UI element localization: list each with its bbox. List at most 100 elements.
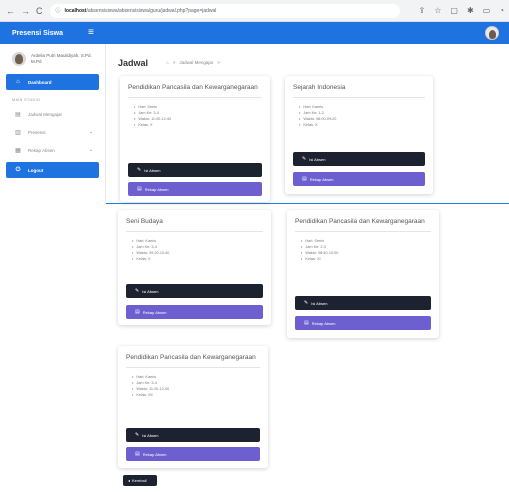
sidebar-section-label: MAIN STUDIO xyxy=(12,98,41,102)
browser-extensions: ⇪ ☆ ▢ ✱ ▭ ◔ ⋮ xyxy=(419,6,509,15)
list-icon: ▤ xyxy=(304,320,309,326)
sidebar-item-presensi[interactable]: ▥ Presensi ⌄ xyxy=(6,124,99,140)
isi-absen-button[interactable]: ✎ Isi Absen xyxy=(126,284,263,298)
header-avatar[interactable] xyxy=(485,26,499,40)
sidebar-item-jadwal-mengajar[interactable]: ▤ Jadwal Mengajar xyxy=(6,106,99,122)
rekap-absen-button[interactable]: ▤ Rekap Absen xyxy=(126,447,260,461)
rekap-absen-button[interactable]: ▤ Rekap Absen xyxy=(293,172,425,186)
rekap-absen-button[interactable]: ▤ Rekap Absen xyxy=(126,305,263,319)
reload-icon[interactable]: C xyxy=(36,6,43,16)
sidebar-item-rekap-absen[interactable]: ▦ Rekap Absen ⌄ xyxy=(6,142,99,158)
pencil-icon: ✎ xyxy=(304,300,309,306)
schedule-card: Pendidikan Pancasila dan Kewarganegaraan… xyxy=(118,346,268,468)
star-icon[interactable]: ☆ xyxy=(434,6,441,15)
button-label: Rekap Absen xyxy=(311,320,336,326)
button-label: Isi Absen xyxy=(144,167,161,173)
schedule-card: Pendidikan Pancasila dan Kewarganegaraan… xyxy=(287,210,439,338)
card-details: Hari: Senin Jam Ke: 3-4 Waktu: 11:00-12:… xyxy=(128,104,262,128)
home-icon[interactable]: ⌂ xyxy=(166,60,169,65)
pencil-icon: ✎ xyxy=(137,167,142,173)
user-name: Ardelia Putri Maulidiyah, S.Pd. M.Pd xyxy=(31,53,92,64)
button-label: Isi Absen xyxy=(311,300,328,306)
sidebar-user: Ardelia Putri Maulidiyah, S.Pd. M.Pd xyxy=(0,44,105,72)
button-label: Rekap Absen xyxy=(309,176,334,182)
hamburger-icon[interactable]: ≡ xyxy=(88,28,94,38)
rekap-absen-button[interactable]: ▤ Rekap Absen xyxy=(295,316,431,330)
list-icon: ▤ xyxy=(135,451,140,457)
back-arrow-icon[interactable]: ← xyxy=(6,6,15,16)
list-icon: ▤ xyxy=(135,309,140,315)
forward-arrow-icon[interactable]: → xyxy=(21,6,30,16)
card-title: Pendidikan Pancasila dan Kewarganegaraan xyxy=(295,217,431,232)
breadcrumb-separator: > xyxy=(217,60,221,65)
detail-item: Kelas: X xyxy=(299,122,425,128)
breadcrumb: ⌂ > Jadwal Mengajar > xyxy=(166,60,220,65)
list-icon: ▤ xyxy=(302,176,307,182)
card-title: Sejarah Indonesia xyxy=(293,83,425,98)
page-title: Jadwal xyxy=(118,58,149,68)
url-host: localhost xyxy=(64,7,87,14)
sidebar-item-dashboard[interactable]: ⌂ Dashboard xyxy=(6,74,99,90)
card-title: Seni Budaya xyxy=(126,217,263,232)
detail-item: Kelas: XII xyxy=(132,392,260,398)
button-label: Isi Absen xyxy=(142,288,159,294)
pencil-icon: ✎ xyxy=(135,432,140,438)
button-label: Isi Absen xyxy=(142,432,159,438)
card-details: Hari: Kamis Jam Ke: 3-4 Waktu: 09:20-10:… xyxy=(126,238,263,262)
logout-icon: ⏻ xyxy=(15,166,21,173)
kembali-button[interactable]: ◂ Kembali xyxy=(123,475,157,486)
clipboard-icon: ▥ xyxy=(15,129,21,136)
arrow-left-icon: ◂ xyxy=(128,478,131,483)
window-icon[interactable]: ▢ xyxy=(450,6,458,15)
sidebar-item-label: Presensi xyxy=(28,129,46,135)
chevron-down-icon: ⌄ xyxy=(88,129,93,135)
sidebar-item-label: Rekap Absen xyxy=(28,147,55,153)
card-title: Pendidikan Pancasila dan Kewarganegaraan xyxy=(128,83,262,98)
button-label: Rekap Absen xyxy=(144,186,169,192)
card-details: Hari: Kamis Jam Ke: 3-4 Waktu: 11:20-12:… xyxy=(126,374,260,398)
button-label: Kembali xyxy=(132,478,147,483)
isi-absen-button[interactable]: ✎ Isi Absen xyxy=(128,163,262,177)
button-label: Rekap Absen xyxy=(142,451,167,457)
app-header: Presensi Siswa ≡ xyxy=(0,22,509,44)
button-label: Rekap Absen xyxy=(142,309,167,315)
detail-item: Kelas: X xyxy=(134,122,262,128)
isi-absen-button[interactable]: ✎ Isi Absen xyxy=(295,296,431,310)
button-label: Isi Absen xyxy=(309,156,326,162)
schedule-card: Sejarah Indonesia Hari: Kamis Jam Ke: 1-… xyxy=(285,76,433,194)
card-details: Hari: Senin Jam Ke: 2-3 Waktu: 08:40-10:… xyxy=(295,238,431,262)
site-info-icon[interactable]: ⓘ xyxy=(56,7,61,14)
list-icon: ▤ xyxy=(137,186,142,192)
url-path: /absensisiswa/absensisiswa/guru/jadwal.p… xyxy=(86,7,217,14)
address-bar[interactable]: ⓘ localhost /absensisiswa/absensisiswa/g… xyxy=(49,3,400,18)
schedule-card: Seni Budaya Hari: Kamis Jam Ke: 3-4 Wakt… xyxy=(118,210,271,325)
breadcrumb-item-jadwal-mengajar[interactable]: Jadwal Mengajar xyxy=(179,60,213,65)
bookmark-icon[interactable]: ▭ xyxy=(483,6,491,15)
chevron-down-icon: ⌄ xyxy=(88,147,93,153)
breadcrumb-separator: > xyxy=(172,60,176,65)
section-divider xyxy=(106,203,509,204)
isi-absen-button[interactable]: ✎ Isi Absen xyxy=(126,428,260,442)
card-title: Pendidikan Pancasila dan Kewarganegaraan xyxy=(126,353,260,368)
logout-button[interactable]: ⏻ Logout xyxy=(6,162,99,178)
logout-label: Logout xyxy=(28,167,44,173)
sidebar: Ardelia Putri Maulidiyah, S.Pd. M.Pd ⌂ D… xyxy=(0,44,106,204)
table-icon: ▦ xyxy=(15,147,21,154)
extension-icon[interactable]: ✱ xyxy=(467,6,474,15)
browser-toolbar: ← → C ⓘ localhost /absensisiswa/absensis… xyxy=(0,0,509,22)
rekap-absen-button[interactable]: ▤ Rekap Absen xyxy=(128,182,262,196)
card-details: Hari: Kamis Jam Ke: 1-2 Waktu: 08:00-09:… xyxy=(293,104,425,128)
profile-icon[interactable]: ◔ xyxy=(499,6,504,15)
user-avatar xyxy=(12,52,26,66)
sidebar-item-label: Jadwal Mengajar xyxy=(28,111,63,117)
pencil-icon: ✎ xyxy=(302,156,307,162)
isi-absen-button[interactable]: ✎ Isi Absen xyxy=(293,152,425,166)
pencil-icon: ✎ xyxy=(135,288,140,294)
detail-item: Kelas: X xyxy=(132,256,263,262)
sidebar-item-label: Dashboard xyxy=(28,79,52,85)
calendar-icon: ▤ xyxy=(15,111,21,118)
home-icon: ⌂ xyxy=(16,79,20,85)
share-icon[interactable]: ⇪ xyxy=(419,6,426,15)
detail-item: Kelas: XI xyxy=(301,256,431,262)
schedule-card: Pendidikan Pancasila dan Kewarganegaraan… xyxy=(120,76,270,202)
